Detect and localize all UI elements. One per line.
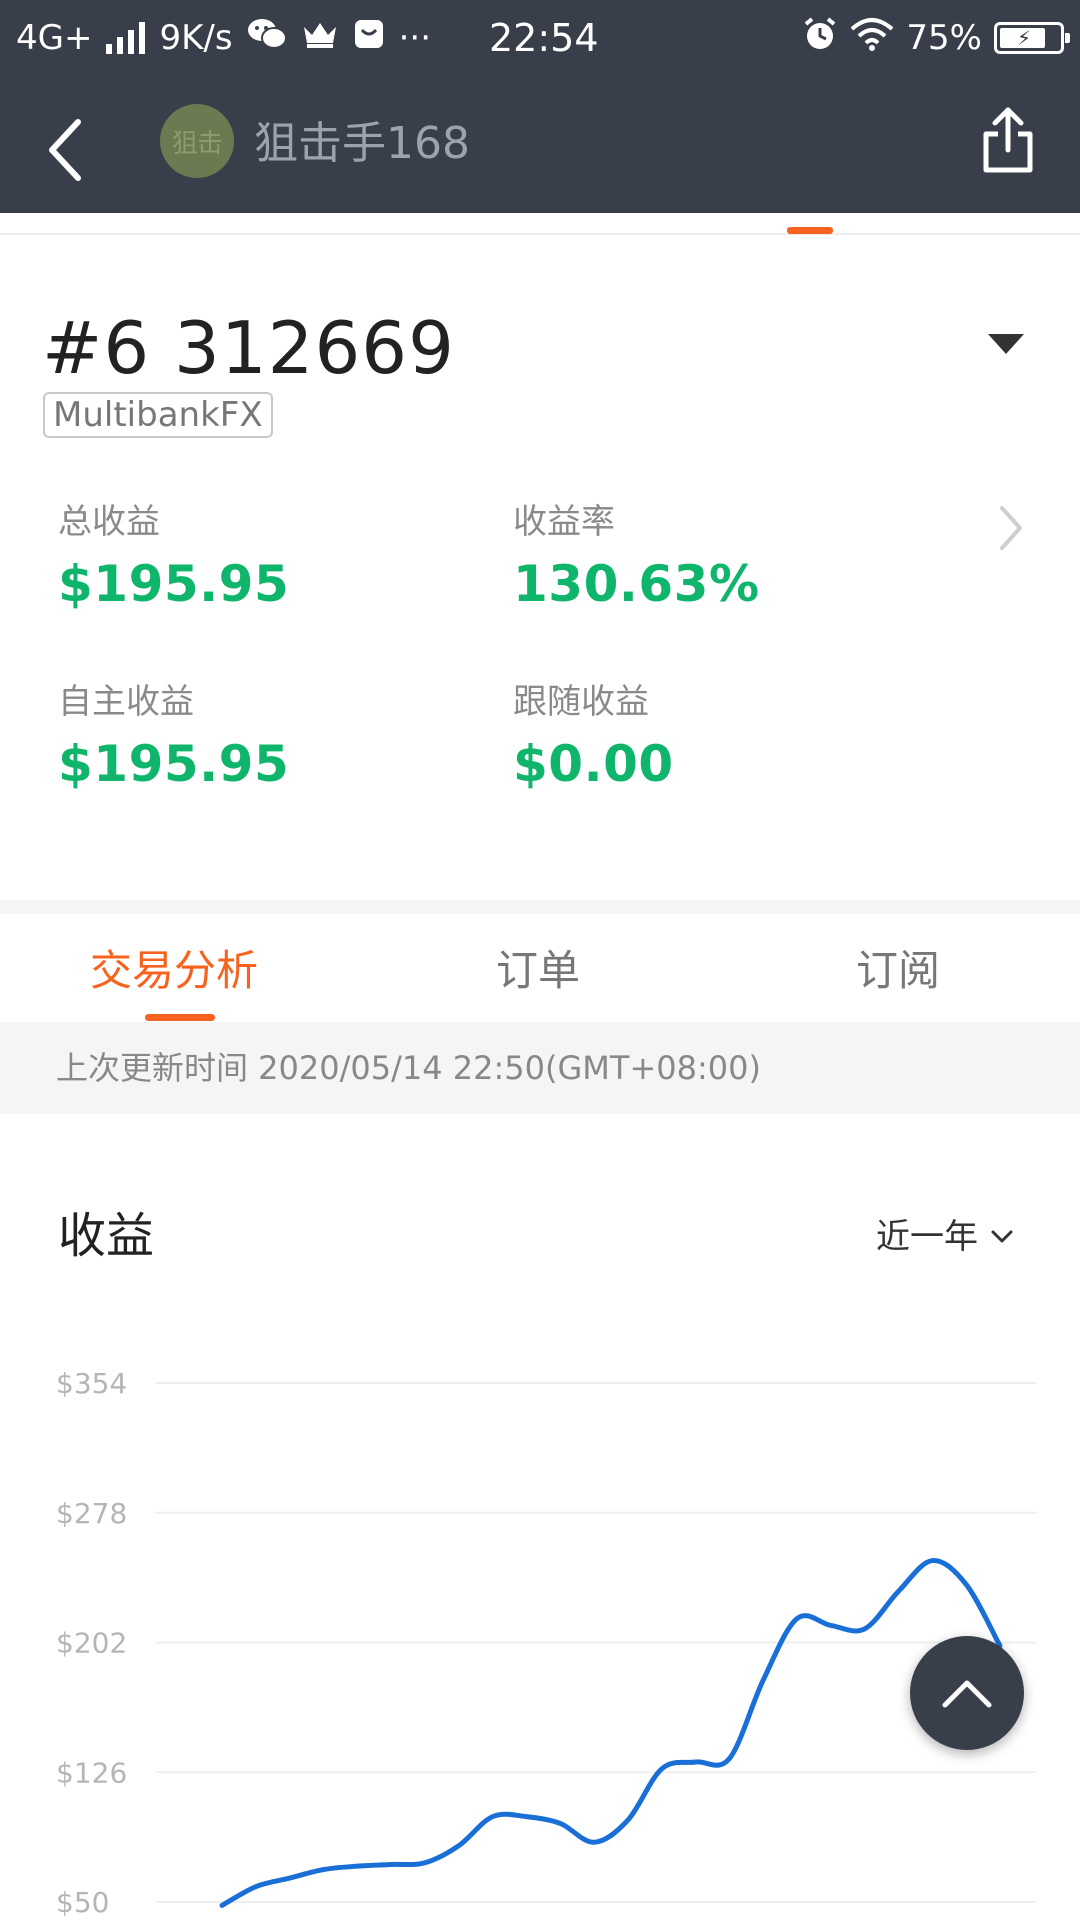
battery-icon: ⚡: [994, 22, 1070, 54]
chevron-left-icon: [49, 119, 81, 181]
profit-line-chart[interactable]: $354 $278 $202 $126 $50: [0, 1340, 1080, 1920]
chart-section-title: 收益: [58, 1208, 155, 1264]
broker-tag: MultibankFX: [43, 392, 273, 438]
y-tick-label: $50: [56, 1886, 109, 1919]
stat-value: 130.63%: [513, 555, 760, 613]
chevron-right-icon[interactable]: [996, 504, 1026, 552]
status-right: 75% ⚡: [802, 16, 1070, 61]
clock: 22:54: [489, 16, 599, 60]
account-dropdown-icon[interactable]: [988, 334, 1024, 354]
y-tick-label: $202: [56, 1627, 127, 1660]
shopping-bag-icon: [353, 18, 385, 59]
stat-value: $0.00: [513, 735, 674, 793]
status-left: 4G+ 9K/s ···: [16, 18, 431, 58]
tab-trade-analysis[interactable]: 交易分析: [90, 938, 258, 1004]
tab-subscriptions[interactable]: 订阅: [856, 938, 940, 1004]
last-update-time: 上次更新时间 2020/05/14 22:50(GMT+08:00): [56, 1049, 761, 1087]
crown-icon: [301, 18, 339, 58]
share-button[interactable]: [980, 106, 1036, 176]
header: 4G+ 9K/s ··· 22:54 75% ⚡ 狙击 狙击手168: [0, 0, 1080, 213]
tab-orders[interactable]: 订单: [496, 938, 580, 1004]
share-icon: [983, 107, 1033, 173]
status-bar: 4G+ 9K/s ··· 22:54 75% ⚡: [0, 0, 1080, 80]
signal-icon: [106, 22, 146, 54]
network-type: 4G+: [16, 18, 93, 58]
section-divider: [0, 900, 1080, 914]
chevron-up-icon: [942, 1680, 992, 1708]
period-label: 近一年: [876, 1217, 978, 1257]
period-selector[interactable]: 近一年: [876, 1212, 1014, 1262]
stat-label: 收益率: [513, 502, 615, 542]
header-divider: [0, 213, 1080, 235]
stat-total-profit: 总收益 $195.95: [58, 500, 289, 616]
scroll-indicator: [787, 227, 833, 234]
y-tick-label: $354: [56, 1367, 127, 1400]
scroll-to-top-button[interactable]: [910, 1636, 1024, 1750]
y-tick-label: $126: [56, 1756, 127, 1789]
update-bar: 上次更新时间 2020/05/14 22:50(GMT+08:00): [0, 1022, 1080, 1114]
stat-label: 跟随收益: [513, 682, 649, 722]
more-notifications: ···: [398, 18, 432, 58]
network-speed: 9K/s: [159, 18, 233, 58]
nav-bar: 狙击 狙击手168: [0, 80, 1080, 213]
stat-label: 自主收益: [58, 682, 194, 722]
stat-self-profit: 自主收益 $195.95: [58, 680, 289, 796]
stat-follow-profit: 跟随收益 $0.00: [513, 680, 674, 796]
stat-value: $195.95: [58, 555, 290, 613]
stat-label: 总收益: [58, 502, 160, 542]
avatar[interactable]: 狙击: [160, 104, 234, 178]
back-button[interactable]: [36, 110, 96, 190]
account-id: #6 312669: [42, 306, 455, 390]
active-tab-underline: [145, 1014, 215, 1021]
battery-percent: 75%: [906, 18, 982, 58]
alarm-icon: [802, 16, 838, 61]
y-tick-label: $278: [56, 1497, 127, 1530]
page-title: 狙击手168: [254, 118, 470, 169]
series-line: [219, 1558, 1003, 1908]
stat-value: $195.95: [58, 735, 290, 793]
stat-return-rate[interactable]: 收益率 130.63%: [513, 500, 760, 616]
wechat-icon: [247, 17, 287, 60]
chevron-down-icon: [991, 1230, 1013, 1243]
wifi-icon: [850, 17, 894, 60]
